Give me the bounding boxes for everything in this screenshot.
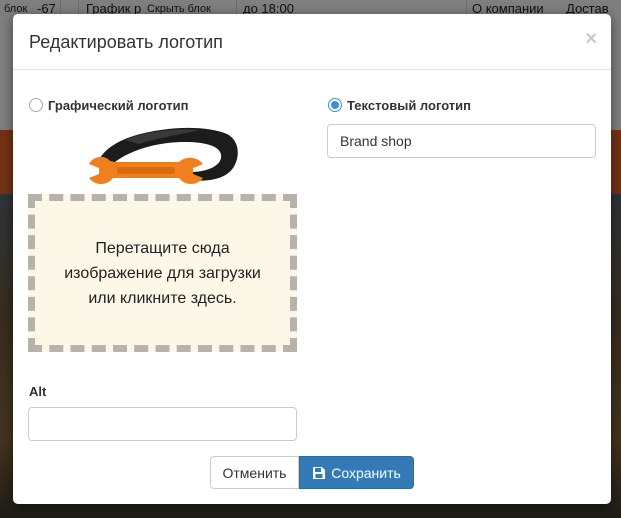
dialog-header: Редактировать логотип × <box>13 14 611 70</box>
save-icon <box>313 466 326 479</box>
graphic-logo-radio[interactable] <box>29 98 43 112</box>
cancel-button-label: Отменить <box>222 464 287 481</box>
alt-label: Alt <box>29 384 47 399</box>
dropzone-text: Перетащите сюда изображение для загрузки… <box>64 239 261 307</box>
text-logo-label[interactable]: Текстовый логотип <box>347 98 471 113</box>
car-wrench-logo-icon <box>89 127 238 184</box>
save-button-label: Сохранить <box>331 464 401 481</box>
brand-text-input[interactable] <box>327 124 596 158</box>
dialog-title: Редактировать логотип <box>29 32 223 52</box>
image-dropzone[interactable]: Перетащите сюда изображение для загрузки… <box>28 194 297 352</box>
text-logo-radio[interactable] <box>328 98 342 112</box>
cancel-button[interactable]: Отменить <box>210 456 299 489</box>
edit-logo-dialog: Редактировать логотип × Графический лого… <box>13 14 611 504</box>
close-button[interactable]: × <box>585 28 597 51</box>
save-button[interactable]: Сохранить <box>299 456 414 489</box>
alt-input[interactable] <box>28 407 297 441</box>
graphic-logo-label[interactable]: Графический логотип <box>48 98 188 113</box>
